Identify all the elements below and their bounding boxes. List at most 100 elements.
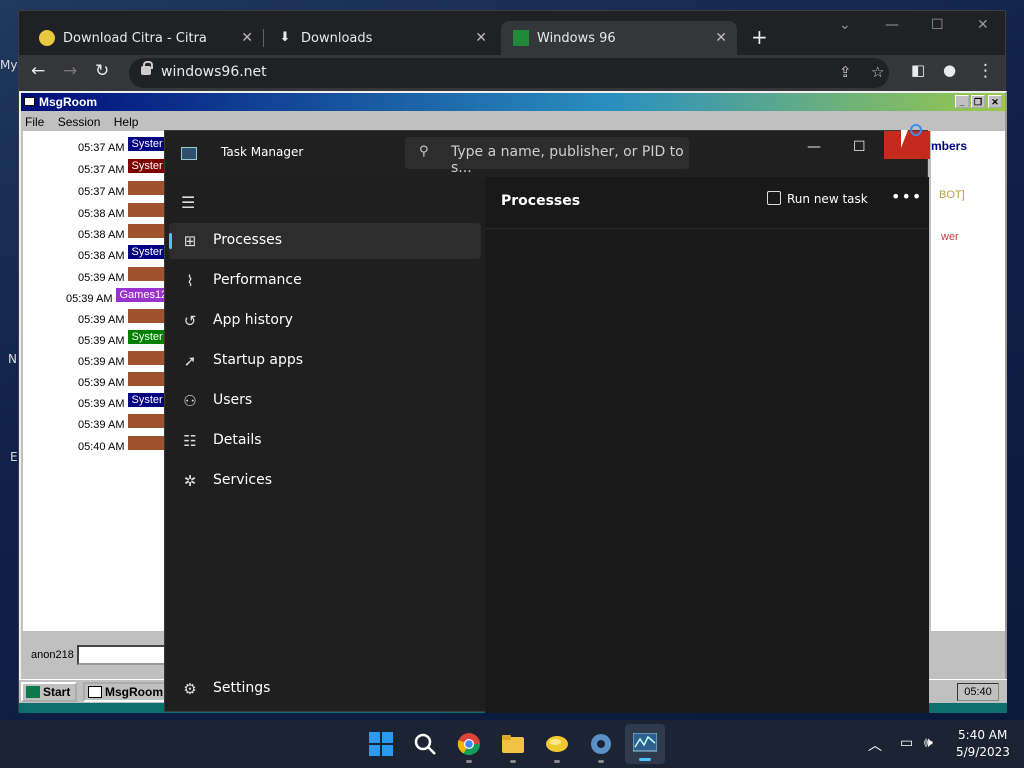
lock-icon[interactable]	[141, 61, 153, 75]
message-time: 05:39 AM	[78, 419, 125, 431]
taskbar-date[interactable]: 5/9/2023	[956, 745, 1010, 759]
processes-panel: Processes Run new task •••	[485, 177, 929, 713]
nav-users[interactable]: ⚇ Users	[169, 383, 481, 419]
run-task-icon	[767, 191, 781, 205]
start-button[interactable]	[369, 732, 393, 756]
task-manager-titlebar[interactable]: Task Manager ⚲ Type a name, publisher, o…	[165, 131, 930, 177]
bookmark-star-icon[interactable]: ☆	[871, 63, 884, 81]
more-options-icon[interactable]: •••	[891, 187, 922, 206]
msgroom-icon	[88, 686, 102, 698]
task-manager-taskbar-button[interactable]	[625, 724, 665, 764]
profile-icon[interactable]: ●	[943, 61, 956, 79]
run-new-task-label: Run new task	[787, 192, 868, 206]
tab-windows96[interactable]: Windows 96 ✕	[501, 21, 737, 55]
minimize-button[interactable]: —	[807, 139, 821, 155]
nav-label: Performance	[213, 272, 302, 288]
nav-services[interactable]: ✲ Services	[169, 463, 481, 499]
tab-downloads[interactable]: ⬇ Downloads ✕	[265, 21, 497, 55]
start-button[interactable]: Start	[21, 682, 77, 702]
nav-label: Users	[213, 392, 253, 408]
reload-icon[interactable]: ↻	[95, 61, 109, 81]
message-time: 05:39 AM	[78, 314, 125, 326]
close-tab-icon[interactable]: ✕	[475, 30, 487, 46]
nav-settings[interactable]: ⚙ Settings	[169, 671, 481, 707]
minimize-button[interactable]: —	[885, 17, 899, 33]
users-icon: ⚇	[183, 392, 197, 410]
hamburger-menu-icon[interactable]: ☰	[181, 193, 195, 212]
message-time: 05:38 AM	[78, 250, 125, 262]
show-hidden-icons-icon[interactable]: ︿	[868, 735, 882, 755]
message-time: 05:39 AM	[78, 377, 125, 389]
members-header: mbers	[931, 139, 968, 153]
desktop-icon-label[interactable]: N	[8, 352, 17, 366]
nav-startup-apps[interactable]: ➚ Startup apps	[169, 343, 481, 379]
task-manager-icon	[633, 733, 657, 752]
run-new-task-button[interactable]: Run new task	[767, 191, 868, 206]
file-explorer-taskbar-button[interactable]	[501, 732, 525, 763]
settings-taskbar-button[interactable]	[589, 732, 613, 763]
message-time: 05:40 AM	[78, 441, 125, 453]
minimize-button[interactable]: _	[955, 95, 969, 108]
maximize-button[interactable]: ☐	[931, 17, 944, 33]
nav-processes[interactable]: ⊞ Processes	[169, 223, 481, 259]
menu-icon[interactable]: ⋮	[977, 61, 994, 81]
message-time: 05:39 AM	[66, 293, 113, 305]
member-item[interactable]: wer	[941, 231, 959, 243]
username-label: anon218	[31, 649, 74, 661]
task-manager-icon	[181, 147, 197, 160]
tab-search-icon[interactable]: ⌄	[839, 17, 851, 33]
page-title: Processes	[501, 193, 581, 209]
back-icon[interactable]: ←	[31, 61, 45, 81]
app-history-icon: ↺	[183, 312, 197, 330]
chat-input[interactable]	[77, 645, 167, 665]
nav-label: App history	[213, 312, 293, 328]
member-list[interactable]: mbers BOT] wer	[931, 131, 1005, 631]
network-icon[interactable]: ▭	[900, 735, 913, 751]
close-button[interactable]: ✕	[988, 95, 1002, 108]
menu-help[interactable]: Help	[114, 115, 139, 129]
address-bar[interactable]: windows96.net ⇪ ☆	[129, 58, 889, 88]
nav-label: Processes	[213, 232, 283, 248]
taskbar-msgroom-button[interactable]: MsgRoom	[83, 682, 167, 702]
forward-icon[interactable]: →	[63, 61, 77, 81]
search-input[interactable]: ⚲ Type a name, publisher, or PID to s...	[405, 137, 689, 176]
running-indicator	[598, 760, 604, 763]
member-item[interactable]: BOT]	[939, 189, 965, 201]
message-time: 05:39 AM	[78, 398, 125, 410]
tab-title: Downloads	[301, 30, 373, 46]
message-time: 05:37 AM	[78, 164, 125, 176]
volume-icon[interactable]: 🕪	[924, 735, 933, 751]
side-panel-icon[interactable]: ◧	[911, 61, 925, 79]
search-button[interactable]	[413, 732, 437, 756]
close-tab-icon[interactable]: ✕	[715, 30, 727, 46]
restore-button[interactable]: ❐	[971, 95, 985, 108]
menu-file[interactable]: File	[25, 115, 44, 129]
desktop-icon-label[interactable]: E	[10, 450, 18, 464]
taskbar-time[interactable]: 5:40 AM	[958, 728, 1007, 742]
details-icon: ☷	[183, 432, 197, 450]
tab-citra[interactable]: Download Citra - Citra ✕	[27, 21, 263, 55]
chat-log[interactable]: 05:37 AM Syster 05:37 AM Syster 05:37 AM 05:3…	[23, 131, 189, 631]
windows-taskbar: ︿ ▭ 🕪 5:40 AM 5/9/2023	[0, 720, 1024, 768]
maximize-button[interactable]: ☐	[853, 139, 866, 155]
citra-taskbar-button[interactable]	[545, 732, 569, 763]
nav-performance[interactable]: ⌇ Performance	[169, 263, 481, 299]
running-indicator	[554, 760, 560, 763]
tab-title: Download Citra - Citra	[63, 30, 207, 46]
nav-app-history[interactable]: ↺ App history	[169, 303, 481, 339]
close-tab-icon[interactable]: ✕	[241, 30, 253, 46]
new-tab-button[interactable]: +	[751, 25, 768, 49]
active-indicator	[639, 758, 651, 761]
message-time: 05:38 AM	[78, 208, 125, 220]
share-icon[interactable]: ⇪	[839, 63, 852, 81]
toolbar: ← → ↻ windows96.net ⇪ ☆ ◧ ● ⋮	[19, 55, 1005, 91]
chrome-taskbar-button[interactable]	[457, 732, 481, 763]
msgroom-titlebar[interactable]: MsgRoom _ ❐ ✕	[21, 93, 1005, 111]
nav-details[interactable]: ☷ Details	[169, 423, 481, 459]
tab-title: Windows 96	[537, 30, 616, 46]
close-button[interactable]: ✕	[977, 17, 989, 33]
menu-session[interactable]: Session	[58, 115, 101, 129]
url-text[interactable]: windows96.net	[161, 64, 267, 80]
desktop-icon-label[interactable]: My	[0, 58, 17, 72]
loading-ring-icon	[910, 124, 922, 136]
